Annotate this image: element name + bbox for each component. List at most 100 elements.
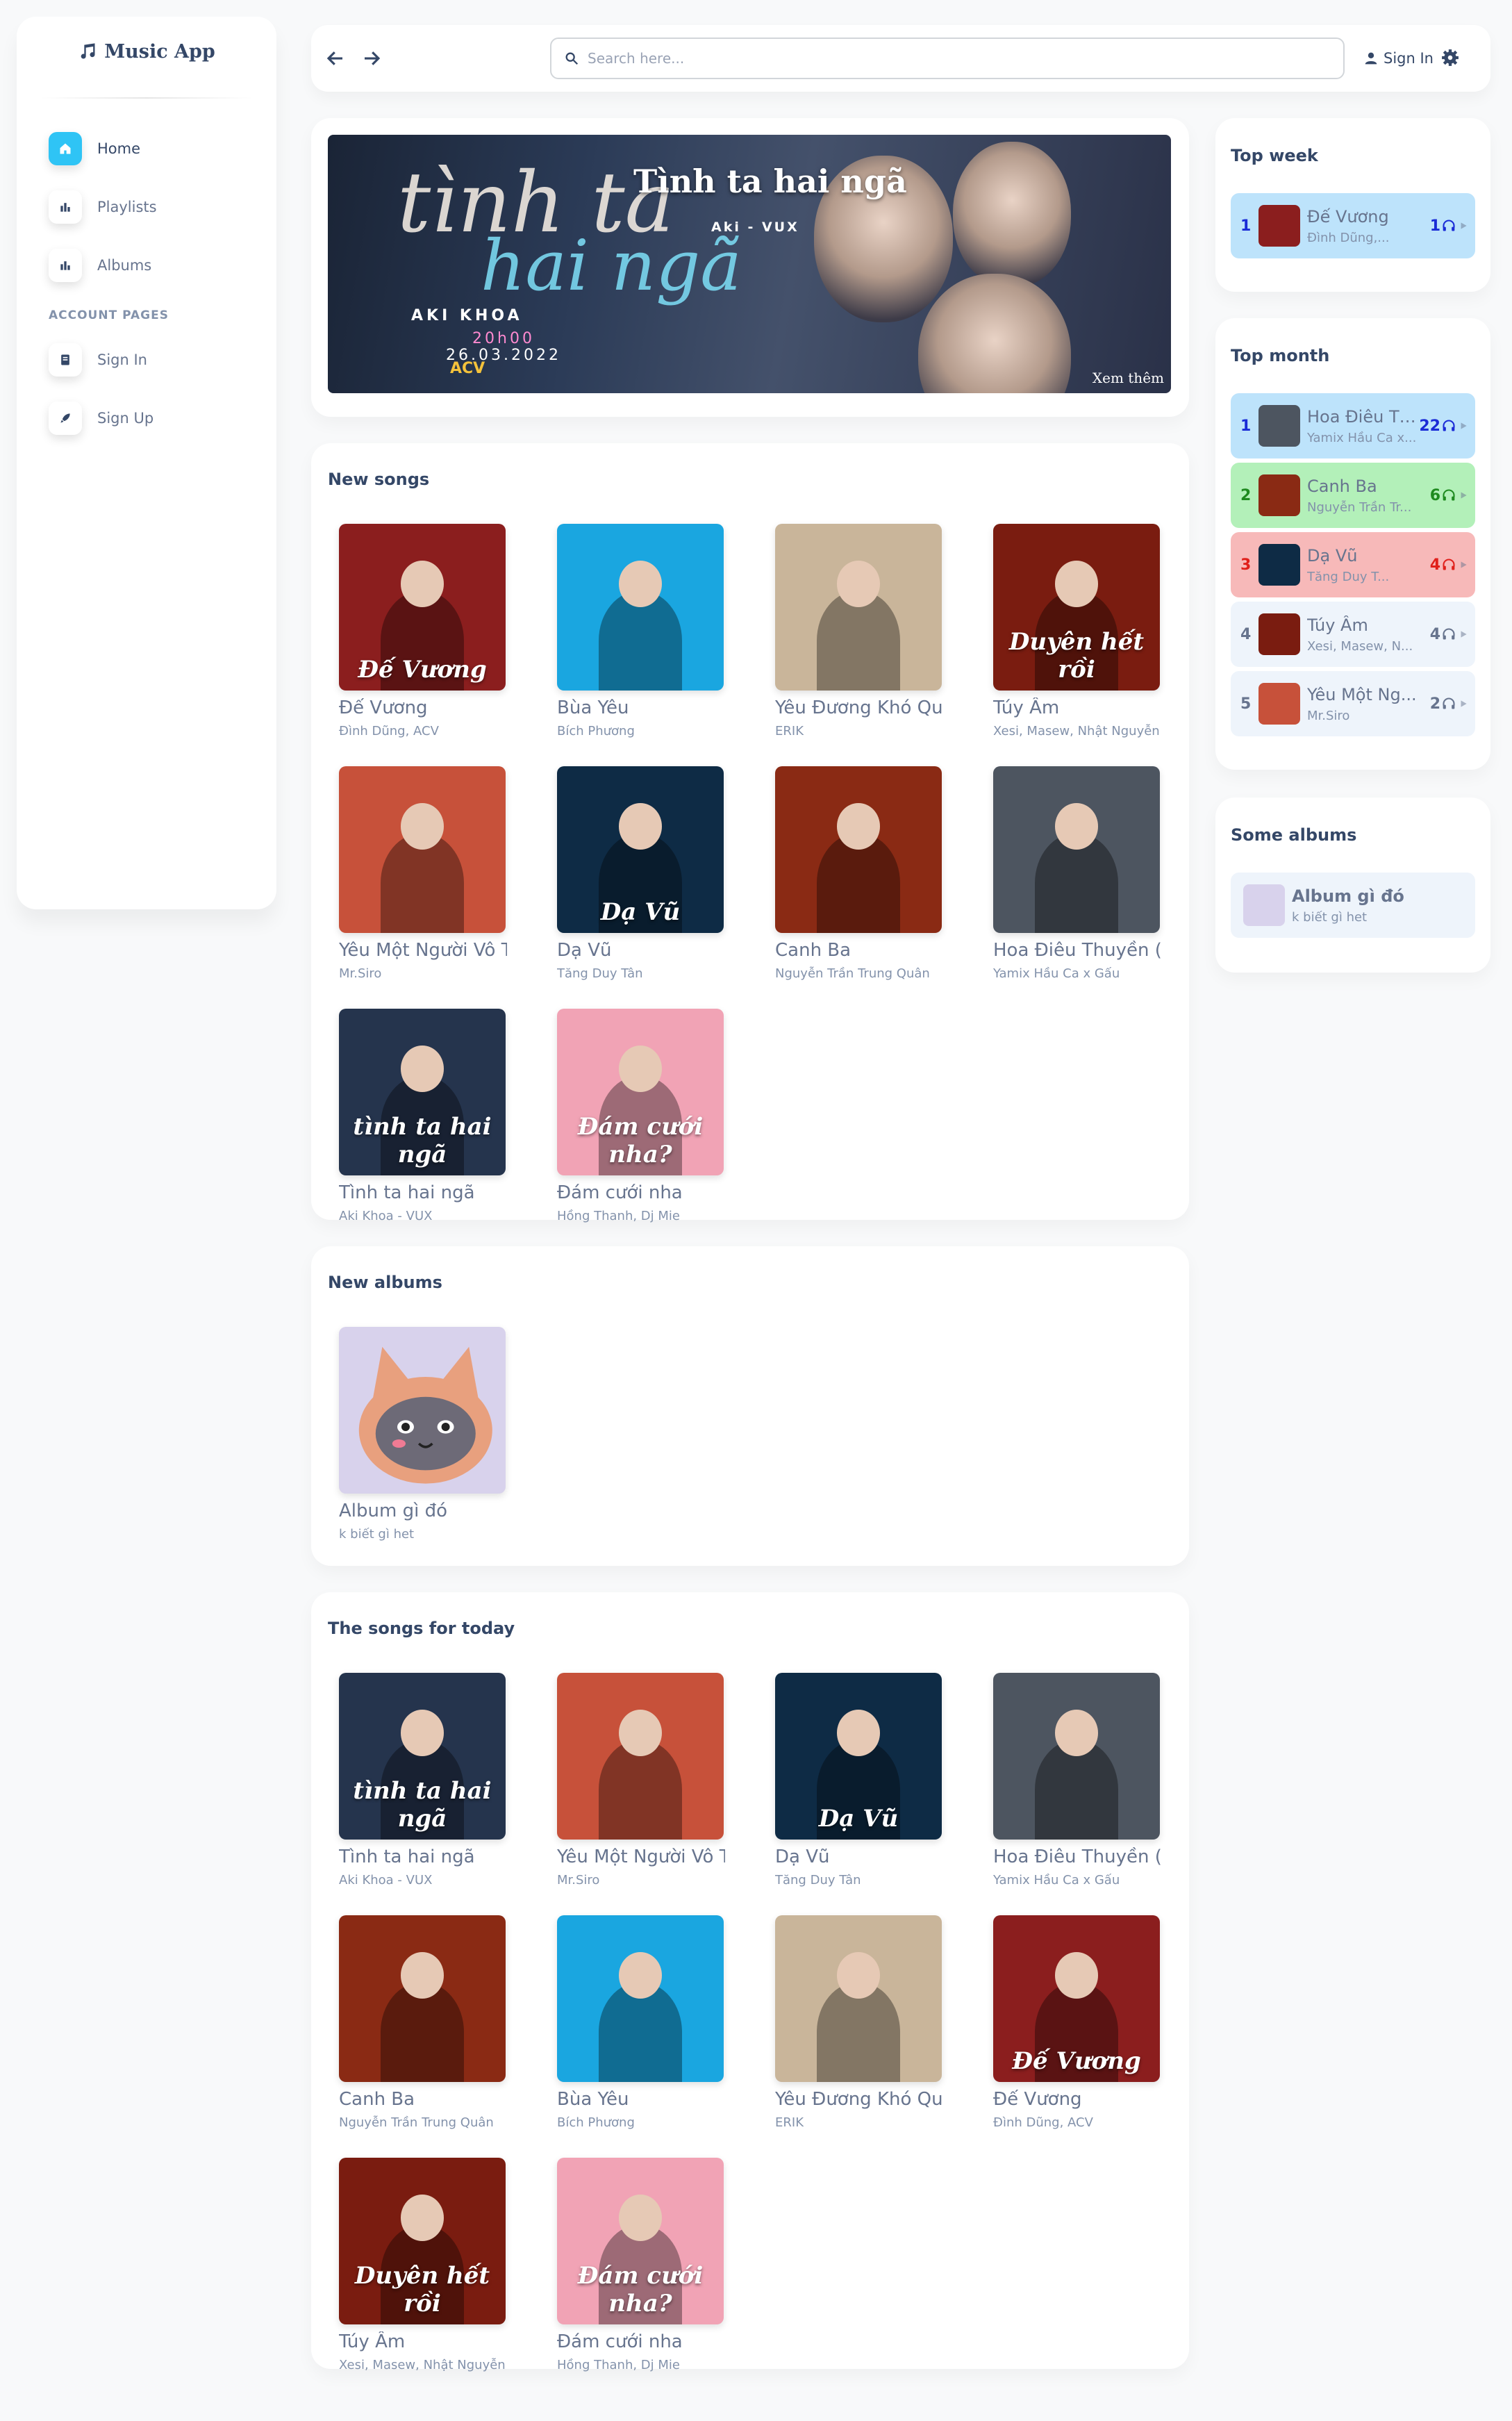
album-title: Album gì đó (1292, 886, 1404, 906)
album-item[interactable]: Album gì đó k biết gì het (1231, 873, 1475, 938)
user-icon (1365, 52, 1377, 65)
sidebar-item-playlists[interactable]: Playlists (17, 178, 276, 236)
song-card[interactable]: Dạ Vũ Dạ Vũ Tăng Duy Tân (775, 1673, 942, 1887)
see-more-link[interactable]: Xem thêm (1093, 370, 1164, 386)
song-card[interactable]: Đế Vương Đế Vương Đình Dũng, ACV (993, 1915, 1160, 2130)
play-icon[interactable] (1459, 699, 1468, 709)
song-name: Đế Vương (993, 2089, 1082, 2110)
ranking-text: Túy Âm Xesi, Masew, N... (1307, 615, 1418, 654)
album-card[interactable]: Album gì đó k biết gì het (339, 1327, 506, 1542)
new-songs-grid: Đế Vương Đế Vương Đình Dũng, ACV Bùa Yêu Bíc… (339, 524, 1161, 1223)
ranking-text: Dạ Vũ Tăng Duy T... (1307, 546, 1418, 584)
song-artist: Yamix Hầu Ca x Gấu (993, 966, 1120, 981)
song-card[interactable]: Duyên hết rồi Túy Âm Xesi, Masew, Nhật Ngu… (339, 2158, 506, 2372)
ranking-song-title: Hoa Điêu Th... (1307, 406, 1418, 427)
song-artist: Mr.Siro (557, 1873, 600, 1887)
ranking-item[interactable]: 1 Hoa Điêu Th... Yamix Hầu Ca x... 22 (1231, 393, 1475, 458)
song-name: Túy Âm (993, 697, 1060, 718)
listen-count-value: 2 (1429, 695, 1440, 713)
song-artist: Bích Phương (557, 2115, 635, 2130)
song-card[interactable]: Yêu Một Người Vô Tâm Mr.Siro (339, 766, 507, 981)
song-artist: Nguyễn Trần Trung Quân (775, 966, 930, 981)
new-albums-title: New albums (328, 1273, 442, 1292)
song-cover: Duyên hết rồi (339, 2158, 506, 2324)
arrow-left-icon[interactable] (325, 48, 346, 69)
song-artist: Bích Phương (557, 724, 635, 738)
play-icon[interactable] (1459, 560, 1468, 570)
album-thumbnail (1243, 884, 1285, 926)
listen-count: 22 (1419, 418, 1456, 435)
song-cover: tình ta hai ngã (339, 1009, 506, 1175)
song-name: Yêu Một Người Vô Tâm (339, 940, 507, 961)
song-artist: Hồng Thanh, Dj Mie (557, 2358, 680, 2372)
ranking-item[interactable]: 2 Canh Ba Nguyễn Trần Tr... 6 (1231, 463, 1475, 528)
song-thumbnail (1258, 683, 1300, 725)
banner-subtitle: Aki - VUX (711, 220, 799, 235)
sidebar-item-sign-up[interactable]: Sign Up (17, 389, 276, 447)
cover-face (618, 1709, 663, 1756)
play-icon[interactable] (1459, 221, 1468, 231)
ranking-item[interactable]: 4 Túy Âm Xesi, Masew, N... 4 (1231, 602, 1475, 667)
song-name: Yêu Đương Khó Quá (775, 697, 943, 718)
play-icon[interactable] (1459, 421, 1468, 431)
ranking-song-artist: Mr.Siro (1307, 708, 1350, 723)
cover-face (400, 1951, 445, 1999)
song-card[interactable]: Hoa Điêu Thuyền (Lofi) Yamix Hầu Ca x Gấu (993, 766, 1161, 981)
ranking-song-artist: Nguyễn Trần Tr... (1307, 499, 1412, 515)
song-card[interactable]: Yêu Một Người Vô Tâm Mr.Siro (557, 1673, 725, 1887)
sidebar-item-albums[interactable]: Albums (17, 236, 276, 295)
gear-icon[interactable] (1441, 49, 1459, 67)
song-name: Đám cưới nha (557, 1182, 683, 1203)
song-card[interactable]: tình ta hai ngã Tình ta hai ngã Aki Khoa -… (339, 1009, 506, 1223)
song-card[interactable]: Canh Ba Nguyễn Trần Trung Quân (775, 766, 942, 981)
song-card[interactable]: Yêu Đương Khó Quá ERIK (775, 1915, 943, 2130)
song-card[interactable]: Yêu Đương Khó Quá ERIK (775, 524, 943, 738)
song-card[interactable]: Bùa Yêu Bích Phương (557, 524, 724, 738)
sidebar-item-sign-in[interactable]: Sign In (17, 331, 276, 389)
banner-image[interactable]: tình ta hai ngã AKI KHOA 20h00 26.03.202… (328, 135, 1171, 393)
song-thumbnail (1258, 405, 1300, 447)
song-cover: Đám cưới nha? (557, 1009, 724, 1175)
cat-illustration (358, 1346, 492, 1484)
rank-number: 4 (1240, 625, 1252, 643)
brand[interactable]: Music App (17, 17, 276, 86)
song-artist: ERIK (775, 2115, 804, 2130)
song-card[interactable]: Đế Vương Đế Vương Đình Dũng, ACV (339, 524, 506, 738)
song-artist: Mr.Siro (339, 966, 382, 981)
song-cover: Đế Vương (339, 524, 506, 691)
song-card[interactable]: Đám cưới nha? Đám cưới nha Hồng Thanh, Dj … (557, 2158, 724, 2372)
song-thumbnail (1258, 474, 1300, 516)
arrow-right-icon[interactable] (361, 48, 382, 69)
cover-face (836, 1709, 881, 1756)
headphones-icon (1443, 420, 1455, 431)
search-input[interactable]: Search here... (550, 38, 1345, 79)
ranking-song-artist: Xesi, Masew, N... (1307, 638, 1413, 654)
ranking-item[interactable]: 1 Đế Vương Đình Dũng,... 1 (1231, 193, 1475, 258)
song-card[interactable]: Duyên hết rồi Túy Âm Xesi, Masew, Nhật Ngu… (993, 524, 1160, 738)
document-icon (49, 343, 82, 377)
cover-face (1054, 1951, 1099, 1999)
album-text: Album gì đó k biết gì het (1292, 886, 1468, 925)
ranking-item[interactable]: 5 Yêu Một Ng... Mr.Siro 2 (1231, 671, 1475, 736)
song-name: Đám cưới nha (557, 2331, 683, 2352)
song-card[interactable]: tình ta hai ngã Tình ta hai ngã Aki Khoa -… (339, 1673, 506, 1887)
music-note-icon (81, 43, 95, 59)
sidebar-item-label: Albums (97, 257, 152, 274)
song-card[interactable]: Đám cưới nha? Đám cưới nha Hồng Thanh, Dj … (557, 1009, 724, 1223)
song-card[interactable]: Dạ Vũ Dạ Vũ Tăng Duy Tân (557, 766, 724, 981)
listen-count: 4 (1430, 626, 1456, 643)
sign-in-link[interactable]: Sign In (1364, 25, 1434, 92)
song-card[interactable]: Bùa Yêu Bích Phương (557, 1915, 724, 2130)
song-cover (339, 1915, 506, 2082)
sidebar-item-home[interactable]: Home (17, 119, 276, 178)
play-icon[interactable] (1459, 629, 1468, 639)
ranking-item[interactable]: 3 Dạ Vũ Tăng Duy T... 4 (1231, 532, 1475, 597)
song-name: Đế Vương (339, 697, 428, 718)
song-card[interactable]: Canh Ba Nguyễn Trần Trung Quân (339, 1915, 506, 2130)
listen-count-value: 4 (1429, 625, 1440, 643)
banner-credit: AKI KHOA (411, 307, 523, 324)
song-card[interactable]: Hoa Điêu Thuyền (Lofi) Yamix Hầu Ca x Gấu (993, 1673, 1161, 1887)
rank-number: 1 (1240, 217, 1252, 235)
play-icon[interactable] (1459, 490, 1468, 500)
ranking-song-artist: Yamix Hầu Ca x... (1307, 430, 1417, 445)
